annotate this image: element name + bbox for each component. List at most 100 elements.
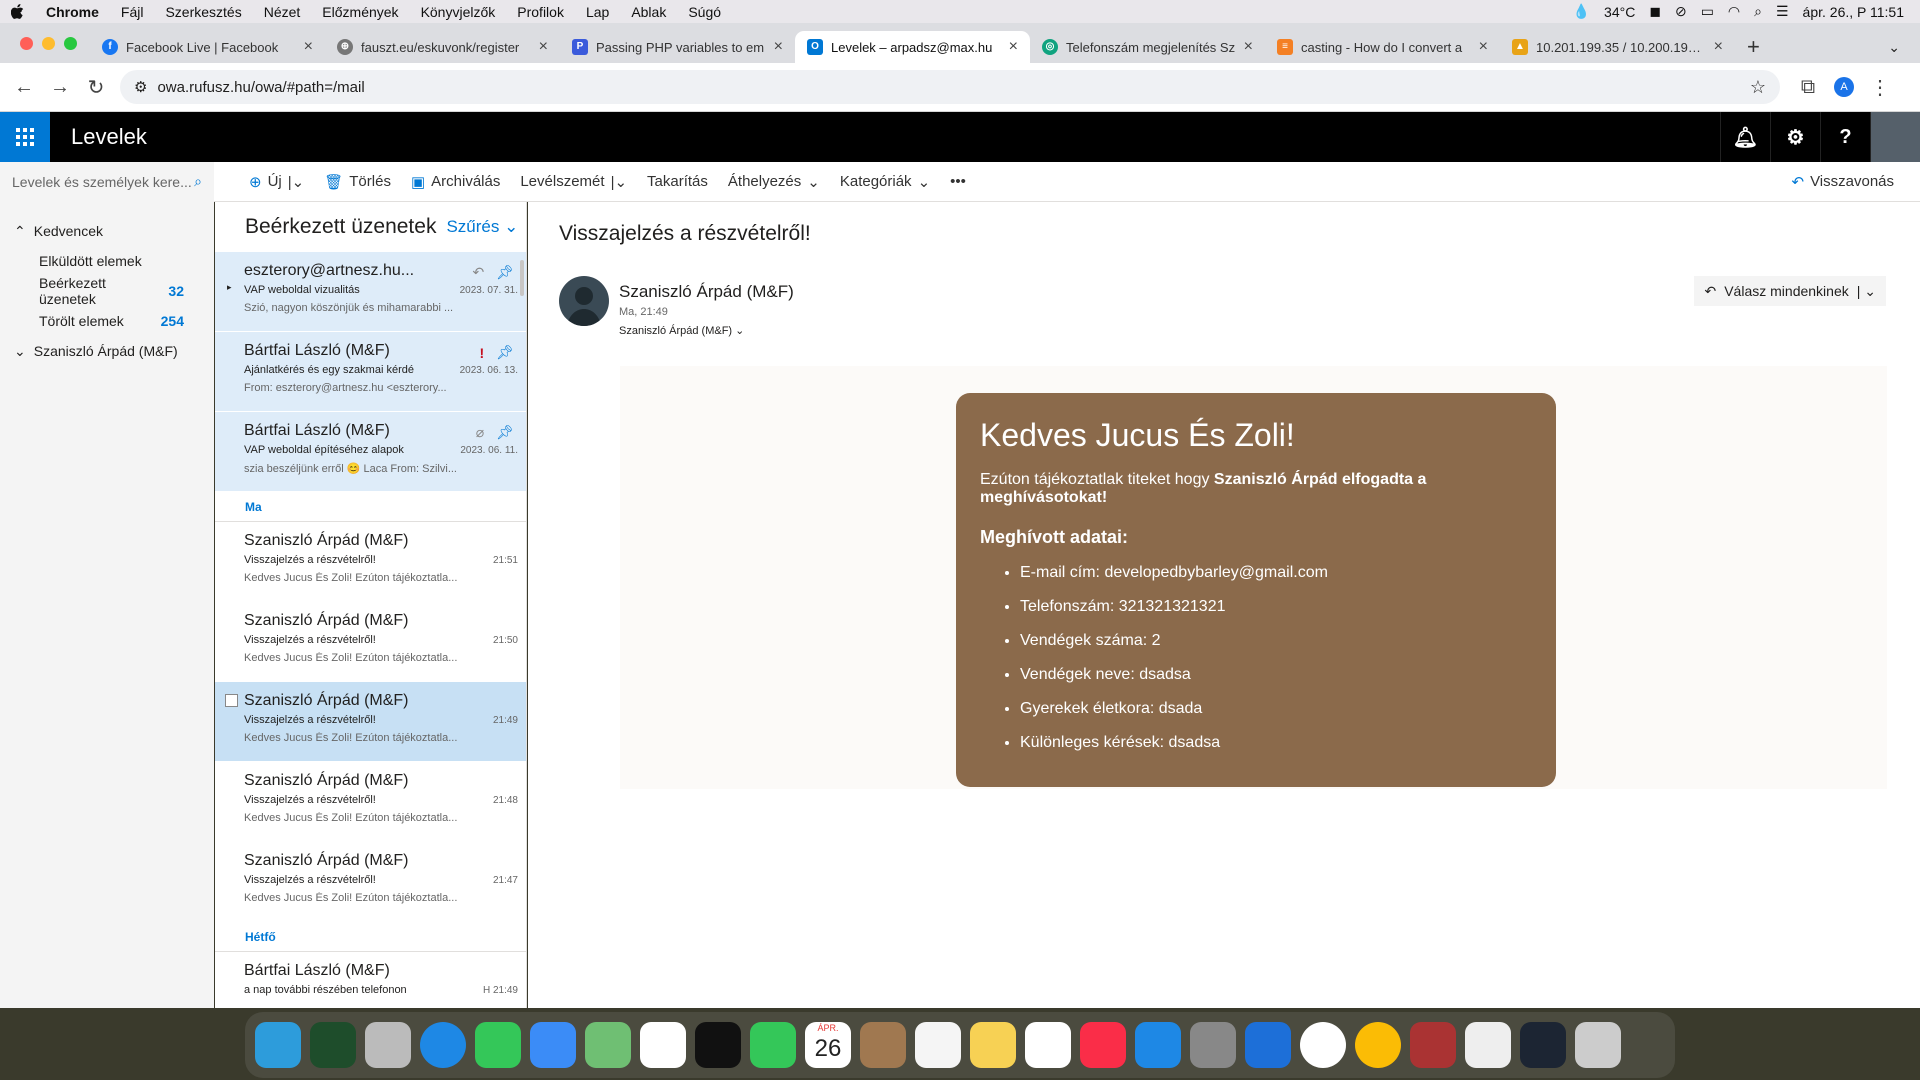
spotlight-search-icon[interactable]: ⌕	[1754, 3, 1762, 20]
more-button[interactable]: •••	[940, 173, 976, 190]
menu-window[interactable]: Ablak	[620, 4, 677, 20]
facetime-icon[interactable]	[750, 1022, 796, 1068]
menu-profiles[interactable]: Profilok	[506, 4, 575, 20]
tab-stackoverflow[interactable]: ≡ casting - How do I convert a ×	[1265, 31, 1500, 63]
calendar-icon[interactable]: ÁPR. 26	[805, 1022, 851, 1068]
folder-sent[interactable]: Elküldött elemek	[0, 246, 214, 276]
tab-phpmyadmin[interactable]: ▲ 10.201.199.35 / 10.200.199.3 ×	[1500, 31, 1735, 63]
delete-button[interactable]: 🗑︎ Törlés	[314, 173, 401, 191]
list-item[interactable]: Szaniszló Árpád (M&F) Visszajelzés a rész…	[215, 602, 526, 682]
gear-icon[interactable]: ⚙	[1770, 112, 1820, 162]
expand-recipients-icon[interactable]: ⌄	[735, 325, 744, 337]
favorites-header[interactable]: ⌃ Kedvencek	[0, 216, 214, 246]
tab-php[interactable]: P Passing PHP variables to em ×	[560, 31, 795, 63]
list-item[interactable]: Bártfai László (M&F) a nap további részéb…	[215, 952, 526, 1008]
apple-tv-icon[interactable]	[695, 1022, 741, 1068]
folder-deleted[interactable]: Törölt elemek 254	[0, 306, 214, 336]
vscode-icon[interactable]	[1245, 1022, 1291, 1068]
music-icon[interactable]	[1080, 1022, 1126, 1068]
list-item[interactable]: Szaniszló Árpád (M&F) Visszajelzés a rész…	[215, 762, 526, 842]
undo-button[interactable]: ↶ Visszavonás	[1781, 173, 1920, 191]
list-item[interactable]: eszterory@artnesz.hu... VAP weboldal viz…	[215, 252, 526, 332]
site-settings-icon[interactable]: ⚙	[134, 78, 147, 96]
profile-avatar[interactable]: A	[1826, 69, 1862, 105]
weather-icon[interactable]: 💧	[1573, 3, 1590, 20]
photos-icon[interactable]	[640, 1022, 686, 1068]
shield-icon[interactable]: ◼	[1649, 3, 1661, 20]
list-scrollbar[interactable]	[520, 260, 524, 296]
control-center-icon[interactable]: ☰	[1776, 3, 1789, 20]
messages-icon[interactable]	[475, 1022, 521, 1068]
menu-view[interactable]: Nézet	[253, 4, 312, 20]
menu-file[interactable]: Fájl	[110, 4, 155, 20]
junk-button[interactable]: Levélszemét |⌄	[510, 173, 637, 191]
archive-button[interactable]: ▣ Archiválás	[401, 173, 510, 191]
close-tab-icon[interactable]: ×	[1714, 38, 1723, 56]
chrome-menu-icon[interactable]: ⋮	[1862, 69, 1898, 105]
close-tab-icon[interactable]: ×	[1244, 38, 1253, 56]
menu-history[interactable]: Előzmények	[311, 4, 409, 20]
close-tab-icon[interactable]: ×	[539, 38, 548, 56]
sender-avatar[interactable]	[559, 276, 609, 326]
help-icon[interactable]: ?	[1820, 112, 1870, 162]
close-tab-icon[interactable]: ×	[1009, 38, 1018, 56]
notes-icon[interactable]	[970, 1022, 1016, 1068]
categories-button[interactable]: Kategóriák ⌄	[830, 173, 940, 191]
tab-levelek-active[interactable]: O Levelek – arpadsz@max.hu ×	[795, 31, 1030, 63]
bell-icon[interactable]: 🔔︎	[1720, 112, 1770, 162]
pin-icon[interactable]: 📌︎	[496, 344, 514, 361]
tab-facebook[interactable]: f Facebook Live | Facebook ×	[90, 31, 325, 63]
finder-icon[interactable]	[255, 1022, 301, 1068]
list-item[interactable]: Szaniszló Árpád (M&F) Visszajelzés a rész…	[215, 842, 526, 922]
chrome-icon[interactable]	[1355, 1022, 1401, 1068]
tab-fauszt[interactable]: ⊕ fauszt.eu/eskuvonk/register ×	[325, 31, 560, 63]
safari-icon[interactable]	[420, 1022, 466, 1068]
list-item-selected[interactable]: Szaniszló Árpád (M&F) Visszajelzés a rész…	[215, 682, 526, 762]
freeform-icon[interactable]	[1025, 1022, 1071, 1068]
tab-search-chevron-icon[interactable]: ⌄	[1888, 31, 1920, 56]
wifi-icon[interactable]: ◠	[1728, 3, 1740, 20]
document-icon[interactable]	[1465, 1022, 1511, 1068]
close-tab-icon[interactable]: ×	[1479, 38, 1488, 56]
tab-chatgpt[interactable]: ◎ Telefonszám megjelenítés Sz ×	[1030, 31, 1265, 63]
menu-app-name[interactable]: Chrome	[35, 4, 110, 20]
launchpad-icon[interactable]	[365, 1022, 411, 1068]
folder-inbox[interactable]: Beérkezett üzenetek 32	[0, 275, 214, 307]
cloud-app-icon[interactable]	[310, 1022, 356, 1068]
battery-icon[interactable]: ▭	[1701, 3, 1714, 20]
list-item[interactable]: Bártfai László (M&F) VAP weboldal építés…	[215, 412, 526, 492]
search-input[interactable]: Levelek és személyek kere... ⌕	[0, 161, 214, 202]
screen-window-icon[interactable]	[1520, 1022, 1566, 1068]
message-recipient[interactable]: Szaniszló Árpád (M&F) ⌄	[619, 324, 744, 337]
apple-icon[interactable]	[0, 4, 35, 19]
move-button[interactable]: Áthelyezés ⌄	[718, 173, 830, 191]
reminders-icon[interactable]	[915, 1022, 961, 1068]
mail-icon[interactable]	[530, 1022, 576, 1068]
sweep-button[interactable]: Takarítás	[637, 173, 718, 190]
address-bar[interactable]: ⚙ owa.rufusz.hu/owa/#path=/mail ☆	[120, 70, 1780, 104]
extensions-icon[interactable]: ⧉	[1790, 69, 1826, 105]
list-item[interactable]: Szaniszló Árpád (M&F) Visszajelzés a rész…	[215, 522, 526, 602]
reply-all-button[interactable]: ↶ Válasz mindenkinek | ⌄	[1694, 276, 1886, 306]
menu-bookmarks[interactable]: Könyvjelzők	[410, 4, 507, 20]
account-header[interactable]: ⌄ Szaniszló Árpád (M&F)	[0, 336, 214, 366]
chevron-down-icon[interactable]: |⌄	[288, 173, 304, 191]
contacts-icon[interactable]	[860, 1022, 906, 1068]
menu-help[interactable]: Súgó	[677, 4, 732, 20]
select-checkbox[interactable]	[225, 694, 238, 707]
filter-button[interactable]: Szűrés ⌄	[446, 217, 518, 237]
close-window-button[interactable]	[20, 36, 33, 50]
list-item[interactable]: Bártfai László (M&F) Ajánlatkérés és egy…	[215, 332, 526, 412]
app-launcher-icon[interactable]	[0, 112, 50, 162]
user-avatar[interactable]	[1870, 112, 1920, 162]
forward-button[interactable]: →	[42, 69, 78, 105]
block-icon[interactable]: ⊘	[1675, 3, 1687, 20]
close-tab-icon[interactable]: ×	[304, 38, 313, 56]
new-tab-button[interactable]: +	[1735, 26, 1760, 60]
trash-bin-icon[interactable]	[1575, 1022, 1621, 1068]
system-settings-icon[interactable]	[1190, 1022, 1236, 1068]
menu-tab[interactable]: Lap	[575, 4, 620, 20]
bookmark-star-icon[interactable]: ☆	[1750, 77, 1766, 98]
close-tab-icon[interactable]: ×	[774, 38, 783, 56]
reply-options-chevron-icon[interactable]: | ⌄	[1857, 283, 1876, 300]
